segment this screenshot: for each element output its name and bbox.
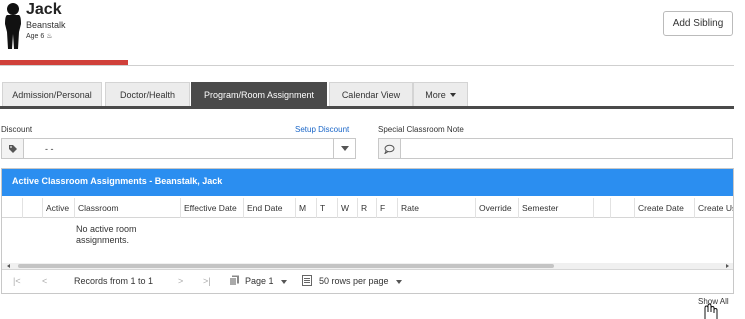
records-count: Records from 1 to 1: [74, 276, 154, 286]
grid-header-semester[interactable]: Semester: [518, 198, 593, 218]
grid-header-create-user[interactable]: Create Us: [694, 198, 733, 218]
child-last-name: Beanstalk: [26, 20, 66, 30]
tab-doctor-health[interactable]: Doctor/Health: [105, 82, 190, 106]
grid-header-m[interactable]: M: [295, 198, 316, 218]
grid-header-t[interactable]: T: [316, 198, 337, 218]
setup-discount-link[interactable]: Setup Discount: [295, 125, 349, 134]
tab-label: Calendar View: [341, 89, 401, 100]
tag-icon: [2, 139, 24, 158]
empty-message: No active room assignments.: [76, 224, 137, 245]
add-sibling-button[interactable]: Add Sibling: [663, 11, 733, 36]
grid-header-effective-date[interactable]: Effective Date: [180, 198, 243, 218]
child-age: Age 6 ♨: [26, 32, 53, 40]
special-note-label: Special Classroom Note: [378, 125, 464, 134]
caret-down-icon: [396, 279, 403, 284]
tab-label: Program/Room Assignment: [203, 89, 315, 100]
discount-value: - -: [45, 144, 54, 154]
grid-header-override[interactable]: Override: [475, 198, 518, 218]
tab-label: Doctor/Health: [119, 89, 176, 100]
grid-title: Active Classroom Assignments - Beanstalk…: [2, 169, 733, 196]
grid-header-spacer: [593, 198, 610, 218]
next-page-icon[interactable]: >: [178, 276, 183, 286]
rows-per-page-select[interactable]: 50 rows per page: [319, 276, 403, 286]
grid-header-w[interactable]: W: [337, 198, 357, 218]
child-silhouette-icon: [5, 3, 21, 49]
scrollbar-thumb[interactable]: [18, 264, 554, 268]
grid-header-active[interactable]: Active: [42, 198, 74, 218]
header-divider: [0, 65, 734, 66]
child-first-name: Jack: [26, 1, 62, 18]
grid-header-classroom[interactable]: Classroom: [74, 198, 180, 218]
age-label: Age 6: [26, 33, 45, 40]
grid-header-end-date[interactable]: End Date: [243, 198, 295, 218]
last-page-icon[interactable]: >|: [203, 276, 211, 286]
tab-label: Admission/Personal: [12, 89, 92, 100]
rows-icon: [302, 275, 312, 288]
first-page-icon[interactable]: |<: [13, 276, 21, 286]
prev-page-icon[interactable]: <: [42, 276, 47, 286]
scroll-left-icon[interactable]: [7, 264, 10, 268]
pages-icon: [229, 275, 240, 288]
chevron-down-icon[interactable]: [333, 139, 355, 158]
caret-down-icon: [281, 279, 288, 284]
scroll-right-icon[interactable]: [726, 264, 729, 268]
tab-admission-personal[interactable]: Admission/Personal: [2, 82, 102, 106]
page-label: Page 1: [245, 276, 274, 286]
tab-label: More: [425, 89, 446, 100]
grid-header-create-date[interactable]: Create Date: [634, 198, 694, 218]
discount-label: Discount: [1, 125, 33, 134]
child-header: Jack Beanstalk Age 6 ♨ Add Sibling: [0, 0, 745, 70]
page-select[interactable]: Page 1: [245, 276, 288, 286]
rows-per-page-label: 50 rows per page: [319, 276, 389, 286]
pager: |< < Records from 1 to 1 > >| Page 1 50 …: [2, 269, 733, 293]
tab-more[interactable]: More: [413, 82, 468, 106]
classroom-assignments-grid: Active Classroom Assignments - Beanstalk…: [1, 168, 734, 294]
discount-select[interactable]: - -: [1, 138, 356, 159]
tab-underline: [0, 106, 734, 109]
grid-header-spacer-2: [610, 198, 634, 218]
tab-program-room-assignment[interactable]: Program/Room Assignment: [191, 82, 327, 106]
grid-header-rate[interactable]: Rate: [397, 198, 475, 218]
comment-icon: [379, 139, 401, 158]
grid-header-blank: [2, 198, 22, 218]
grid-header-select: [22, 198, 42, 218]
caret-down-icon: [449, 92, 456, 97]
hand-cursor-icon: [704, 303, 718, 319]
grid-header-f[interactable]: F: [376, 198, 397, 218]
tab-calendar-view[interactable]: Calendar View: [329, 82, 413, 106]
grid-header-row: Active Classroom Effective Date End Date…: [2, 198, 733, 218]
special-note-input[interactable]: [378, 138, 733, 159]
cake-icon: ♨: [46, 33, 53, 40]
grid-header-r[interactable]: R: [357, 198, 376, 218]
